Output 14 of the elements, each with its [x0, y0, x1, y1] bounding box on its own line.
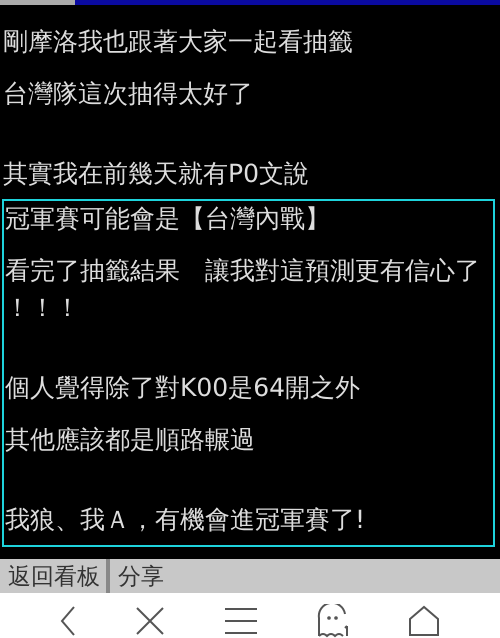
post-line: 其實我在前幾天就有P0文說 [2, 159, 309, 189]
post-line: 個人覺得除了對K00是64開之外 [4, 373, 360, 403]
post-line: 台灣隊這次抽得太好了 [2, 79, 253, 109]
menu-icon[interactable] [224, 607, 257, 635]
post-line: 看完了抽籤結果 讓我對這預測更有信心了 [4, 256, 480, 286]
ghost-icon[interactable] [316, 604, 349, 638]
post-line: 冠軍賽可能會是【台灣內戰】 [4, 204, 330, 234]
close-icon[interactable] [135, 606, 166, 636]
post-line: 我狼、我Ａ，有機會進冠軍賽了! [4, 505, 366, 535]
post-line: 剛摩洛我也跟著大家一起看抽籤 [2, 27, 353, 57]
post-line: ！！！ [4, 293, 80, 323]
back-icon[interactable] [60, 605, 76, 637]
post-line: 其他應該都是順路輾過 [4, 425, 255, 455]
home-icon[interactable] [408, 605, 440, 637]
